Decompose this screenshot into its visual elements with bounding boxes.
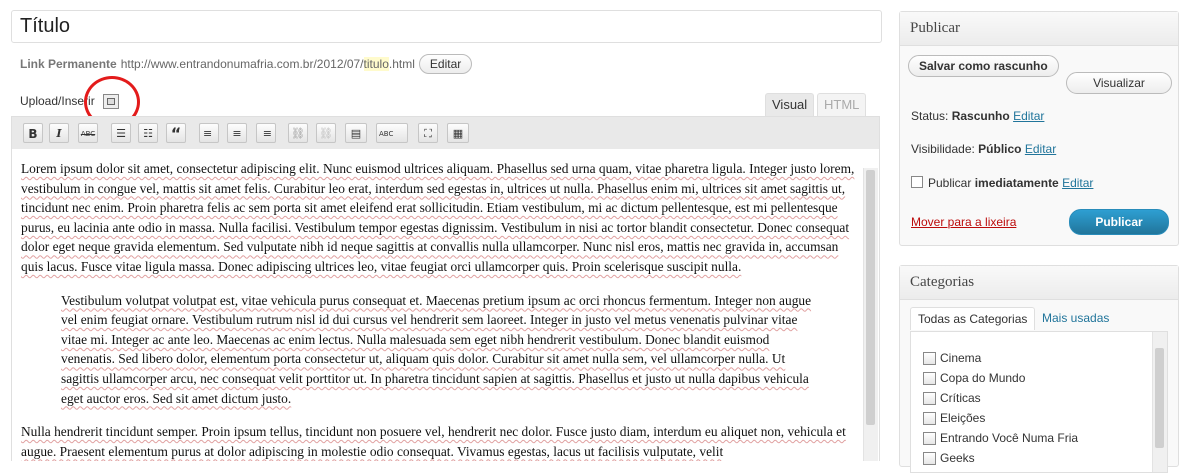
schedule-row: Publicar imediatamente Editar [911, 175, 1093, 190]
paragraph-2: Vestibulum volutpat volutpat est, vitae … [61, 292, 812, 406]
permalink-label: Link Permanente [20, 57, 117, 71]
editor-toolbar: B I ABC ☰ ☷ “ ≡ ≡ ≡ ⛓ ⛓ ▤ ABC ⛶ ▦ [11, 116, 880, 150]
editor-content[interactable]: Lorem ipsum dolor sit amet, consectetur … [21, 159, 856, 461]
tab-html[interactable]: HTML [817, 93, 867, 116]
status-row: Status: Rascunho Editar [911, 109, 1045, 123]
fullscreen-button[interactable]: ⛶ [418, 123, 438, 143]
permalink-url[interactable]: http://www.entrandonumafria.com.br/2012/… [121, 57, 415, 71]
bold-button[interactable]: B [23, 123, 43, 143]
categories-scroll-thumb[interactable] [1155, 348, 1164, 448]
category-item[interactable]: Copa do Mundo [923, 371, 1025, 385]
paragraph-3: Nulla hendrerit tincidunt semper. Proin … [21, 424, 846, 459]
save-draft-button[interactable]: Salvar como rascunho [908, 55, 1059, 77]
editor-content-area[interactable]: Lorem ipsum dolor sit amet, consectetur … [11, 149, 880, 461]
publish-box-title: Publicar [900, 12, 1178, 46]
category-item[interactable]: Cinema [923, 351, 981, 365]
kitchen-sink-button[interactable]: ▦ [447, 123, 469, 143]
category-item[interactable]: Entrando Você Numa Fria [923, 431, 1078, 445]
category-checkbox[interactable] [923, 451, 936, 465]
preview-button[interactable]: Visualizar [1066, 72, 1172, 94]
publish-box: Publicar Salvar como rascunho Visualizar… [899, 11, 1179, 246]
strikethrough-button[interactable]: ABC [78, 123, 98, 143]
categories-scrollbar[interactable] [1152, 332, 1167, 472]
category-item[interactable]: Críticas [923, 391, 981, 405]
schedule-value: imediatamente [974, 176, 1059, 190]
category-checkbox[interactable] [923, 351, 936, 365]
permalink-slug: titulo [363, 57, 389, 71]
post-title-input[interactable] [11, 10, 882, 43]
edit-status-link[interactable]: Editar [1013, 109, 1044, 123]
editor-scrollbar[interactable] [863, 168, 878, 461]
category-item[interactable]: Geeks [923, 451, 975, 465]
category-item[interactable]: Eleições [923, 411, 985, 425]
categories-list: Cinema Copa do Mundo Críticas Eleições E… [910, 331, 1168, 473]
move-to-trash-link[interactable]: Mover para a lixeira [911, 215, 1016, 229]
categories-box-title: Categorias [900, 266, 1178, 300]
blockquote: Vestibulum volutpat volutpat est, vitae … [61, 291, 821, 409]
edit-schedule-link[interactable]: Editar [1062, 176, 1093, 190]
unlink-button[interactable]: ⛓ [316, 123, 336, 143]
tab-visual[interactable]: Visual [765, 93, 815, 116]
bullet-list-button[interactable]: ☰ [111, 123, 131, 143]
publish-button[interactable]: Publicar [1069, 209, 1169, 235]
edit-permalink-button[interactable]: Editar [418, 54, 473, 74]
calendar-icon [911, 176, 923, 188]
spellcheck-button[interactable]: ABC [376, 123, 408, 143]
editor-scroll-thumb[interactable] [866, 170, 875, 425]
category-checkbox[interactable] [923, 371, 936, 385]
align-center-button[interactable]: ≡ [227, 123, 247, 143]
align-left-button[interactable]: ≡ [199, 123, 219, 143]
category-checkbox[interactable] [923, 391, 936, 405]
tab-most-used[interactable]: Mais usadas [1042, 311, 1109, 325]
permalink-row: Link Permanente http://www.entrandonumaf… [20, 54, 473, 74]
visibility-value: Público [978, 142, 1022, 156]
status-value: Rascunho [951, 109, 1010, 123]
edit-visibility-link[interactable]: Editar [1025, 142, 1056, 156]
more-tag-button[interactable]: ▤ [345, 123, 367, 143]
align-right-button[interactable]: ≡ [256, 123, 276, 143]
italic-button[interactable]: I [49, 123, 69, 143]
categories-box: Categorias Todas as Categorias Mais usad… [899, 265, 1179, 473]
category-checkbox[interactable] [923, 431, 936, 445]
category-checkbox[interactable] [923, 411, 936, 425]
paragraph-1: Lorem ipsum dolor sit amet, consectetur … [21, 161, 855, 274]
visibility-row: Visibilidade: Público Editar [911, 142, 1057, 156]
numbered-list-button[interactable]: ☷ [138, 123, 158, 143]
tab-all-categories[interactable]: Todas as Categorias [910, 307, 1036, 330]
blockquote-button[interactable]: “ [166, 123, 186, 143]
insert-link-button[interactable]: ⛓ [288, 123, 308, 143]
